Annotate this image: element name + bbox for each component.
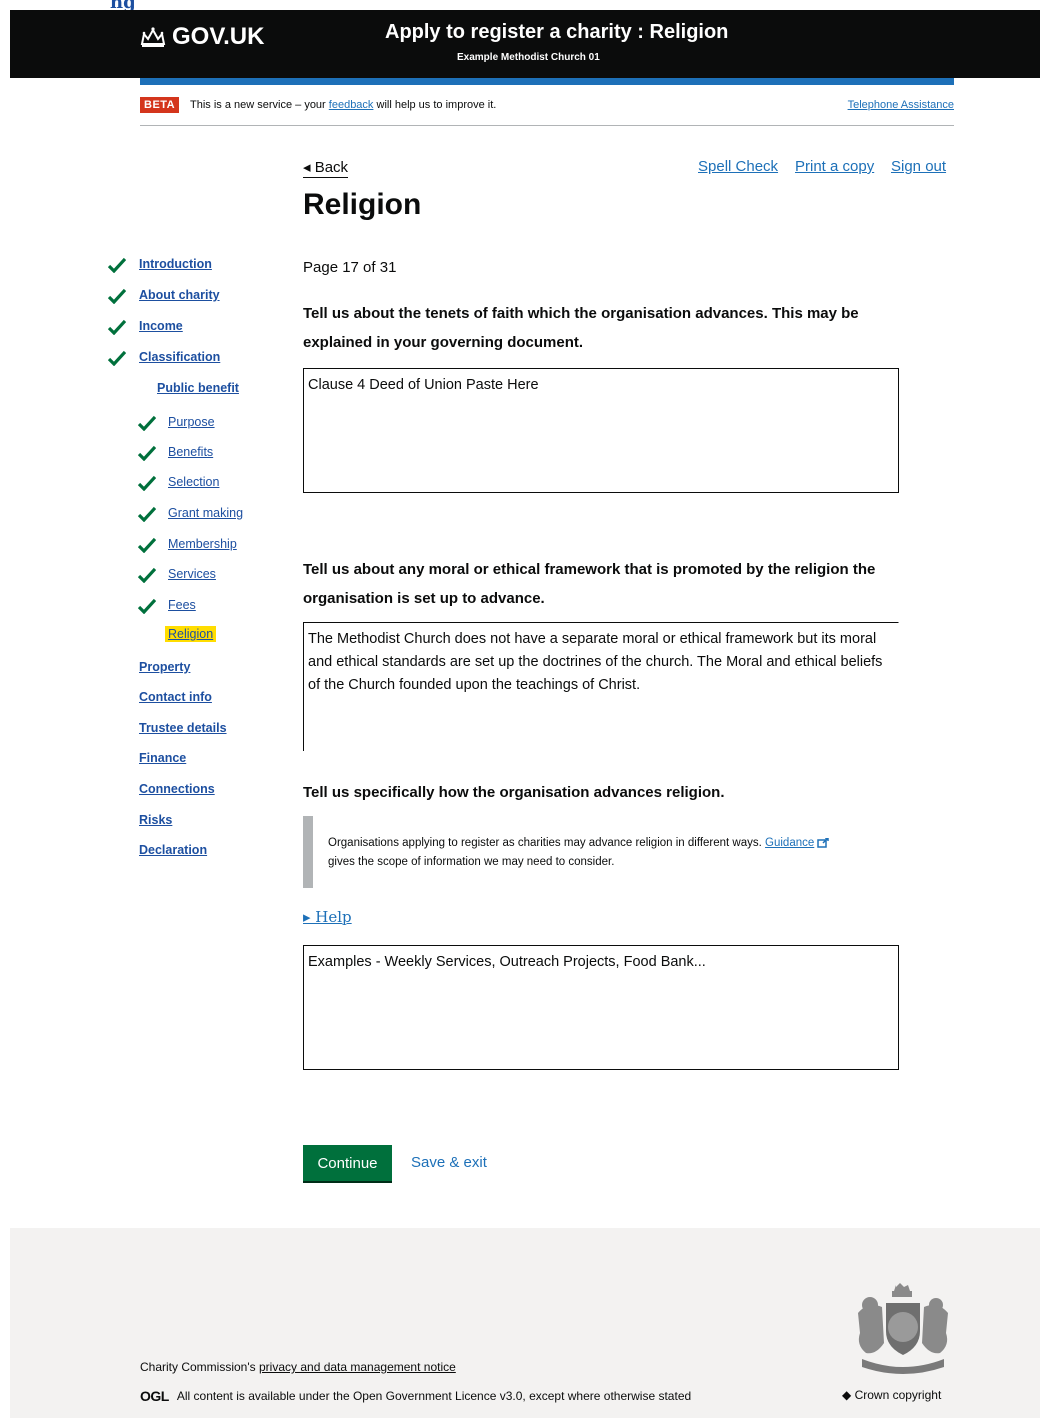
beta-text-before: This is a new service – your [190,99,326,111]
sidebar-item-fees[interactable]: Fees [168,598,196,612]
tick-icon [108,288,126,304]
logo-text: GOV.UK [172,23,265,50]
question-how-advances-religion: Tell us specifically how the organisatio… [303,784,725,801]
privacy-prefix: Charity Commission's [140,1360,256,1374]
tick-icon [138,598,156,614]
beta-tag: BETA [140,97,180,113]
sidebar-item-selection[interactable]: Selection [168,475,219,489]
tick-icon [138,537,156,553]
sidebar-section-public-benefit[interactable]: Public benefit [157,381,239,395]
answer-moral-framework-textarea[interactable]: The Methodist Church does not have a sep… [303,622,899,751]
beta-text: This is a new service – your feedback wi… [190,99,496,111]
service-title: Apply to register a charity : Religion [385,21,729,43]
sidebar-item-finance[interactable]: Finance [139,751,186,765]
sidebar-item-connections[interactable]: Connections [139,782,215,796]
sidebar-item-about-charity[interactable]: About charity [139,288,220,302]
tick-icon [108,319,126,335]
crown-icon [140,26,166,48]
sidebar-item-benefits[interactable]: Benefits [168,445,213,459]
crown-copyright[interactable]: ◆ Crown copyright [842,1388,941,1402]
tick-icon [108,350,126,366]
question-moral-framework: Tell us about any moral or ethical frame… [303,561,876,607]
govuk-logo[interactable]: GOV.UK [140,23,264,51]
sidebar-item-risks[interactable]: Risks [139,813,172,827]
sign-out-link[interactable]: Sign out [891,158,946,175]
inset-text-after: gives the scope of information we may ne… [328,856,615,868]
external-link-icon [817,837,830,848]
privacy-notice: Charity Commission's privacy and data ma… [140,1360,456,1374]
crown-copyright-icon: ◆ [842,1388,852,1402]
page-title: Religion [303,188,422,221]
inset-text: Organisations applying to register as ch… [328,834,893,872]
sidebar-item-religion-current[interactable]: Religion [165,626,217,642]
tick-icon [138,475,156,491]
sidebar-item-membership[interactable]: Membership [168,537,237,551]
beta-text-after: will help us to improve it. [376,99,497,111]
help-toggle[interactable]: ▸ Help [303,908,352,926]
tick-icon [138,445,156,461]
sidebar-item-grant-making[interactable]: Grant making [168,506,243,520]
page-count: Page 17 of 31 [303,259,397,276]
spell-check-link[interactable]: Spell Check [698,158,778,175]
sidebar-item-contact-info[interactable]: Contact info [139,690,212,704]
tick-icon [138,415,156,431]
tick-icon [138,506,156,522]
print-copy-link[interactable]: Print a copy [795,158,874,175]
sidebar-item-purpose[interactable]: Purpose [168,415,215,429]
ogl-logo-icon: OGL [140,1388,169,1404]
phase-banner: BETA This is a new service – your feedba… [140,97,954,126]
sidebar-item-property[interactable]: Property [139,660,190,674]
privacy-link[interactable]: privacy and data management notice [259,1360,456,1374]
sidebar-item-introduction[interactable]: Introduction [139,257,212,271]
header-accent-bar [140,78,954,85]
licence-prefix: All content is available under the [176,1389,350,1403]
guidance-link[interactable]: Guidance [765,837,814,849]
question-tenets-of-faith: Tell us about the tenets of faith which … [303,305,859,351]
telephone-assistance-link[interactable]: Telephone Assistance [848,99,954,111]
govuk-header: GOV.UK Apply to register a charity : Rel… [10,10,1040,78]
sidebar-item-declaration[interactable]: Declaration [139,843,207,857]
sidebar-item-classification[interactable]: Classification [139,350,220,364]
guidance-inset: Organisations applying to register as ch… [303,816,903,888]
sidebar-item-income[interactable]: Income [139,319,183,333]
licence-text: All content is available under the Open … [177,1389,691,1403]
save-exit-link[interactable]: Save & exit [411,1154,487,1171]
licence-notice: OGL All content is available under the O… [140,1388,691,1404]
service-subtitle: Example Methodist Church 01 [457,52,600,63]
royal-coat-of-arms-icon [848,1283,958,1381]
sidebar-item-services[interactable]: Services [168,567,216,581]
crown-copyright-text: Crown copyright [854,1388,942,1402]
back-link[interactable]: ◂ Back [303,158,349,178]
footer: Charity Commission's privacy and data ma… [10,1228,1040,1418]
answer-tenets-of-faith-textarea[interactable]: Clause 4 Deed of Union Paste Here [303,368,899,493]
tick-icon [108,257,126,273]
answer-how-advances-religion-textarea[interactable]: Examples - Weekly Services, Outreach Pro… [303,945,899,1070]
feedback-link[interactable]: feedback [329,99,374,111]
licence-suffix: , except where otherwise stated [522,1389,692,1403]
licence-link[interactable]: Open Government Licence v3.0 [353,1389,522,1403]
inset-text-before: Organisations applying to register as ch… [328,837,762,849]
sidebar-item-trustee-details[interactable]: Trustee details [139,721,227,735]
continue-button[interactable]: Continue [303,1145,392,1181]
tick-icon [138,567,156,583]
